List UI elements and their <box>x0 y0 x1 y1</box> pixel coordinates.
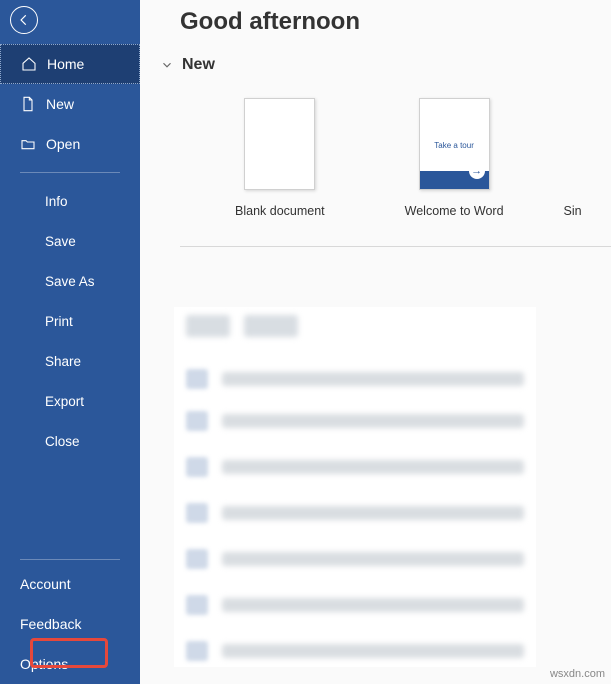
recent-tabs <box>186 315 524 335</box>
recent-item <box>186 595 524 615</box>
nav-options[interactable]: Options <box>0 644 140 684</box>
templates-row: Blank document Take a tour → Welcome to … <box>140 74 611 218</box>
template-cut[interactable]: Sin <box>564 98 582 218</box>
nav-primary: Home New Open <box>0 44 140 164</box>
recent-tab-blur <box>244 315 298 337</box>
nav-saveas-label: Save As <box>45 274 95 289</box>
chevron-down-icon <box>160 58 174 72</box>
recent-tab-blur <box>186 315 230 337</box>
nav-home[interactable]: Home <box>0 44 140 84</box>
nav-info-label: Info <box>45 194 68 209</box>
nav-options-label: Options <box>20 656 68 672</box>
template-welcome-thumb: Take a tour → <box>419 98 490 190</box>
main-panel: Good afternoon New Blank document Take a… <box>140 0 611 684</box>
arrow-right-icon: → <box>469 163 485 179</box>
section-new-label: New <box>182 56 215 74</box>
recent-item <box>186 369 524 389</box>
recent-documents-area <box>174 307 536 667</box>
nav-print-label: Print <box>45 314 73 329</box>
recent-item <box>186 641 524 661</box>
template-blank[interactable]: Blank document <box>235 98 325 218</box>
nav-close-label: Close <box>45 434 80 449</box>
nav-open[interactable]: Open <box>0 124 140 164</box>
nav-home-label: Home <box>47 56 84 72</box>
nav-new[interactable]: New <box>0 84 140 124</box>
arrow-left-icon <box>17 13 31 27</box>
template-welcome-label: Welcome to Word <box>405 204 504 218</box>
greeting-heading: Good afternoon <box>140 0 611 56</box>
nav-separator-bottom <box>20 559 120 560</box>
open-icon <box>20 136 36 152</box>
backstage-sidebar: Home New Open Info Save Save As Print Sh… <box>0 0 140 684</box>
nav-account[interactable]: Account <box>0 564 140 604</box>
doc-icon <box>20 96 36 112</box>
home-icon <box>21 56 37 72</box>
template-blank-thumb <box>244 98 315 190</box>
tour-text: Take a tour <box>420 141 489 150</box>
section-new-header[interactable]: New <box>140 56 611 74</box>
watermark-text: wsxdn.com <box>550 668 605 680</box>
recent-item <box>186 549 524 569</box>
nav-saveas[interactable]: Save As <box>0 261 140 301</box>
back-button[interactable] <box>10 6 38 34</box>
nav-feedback-label: Feedback <box>20 616 81 632</box>
nav-export[interactable]: Export <box>0 381 140 421</box>
nav-export-label: Export <box>45 394 84 409</box>
templates-separator <box>180 246 611 247</box>
template-welcome[interactable]: Take a tour → Welcome to Word <box>405 98 504 218</box>
template-cut-label: Sin <box>564 204 582 218</box>
nav-feedback[interactable]: Feedback <box>0 604 140 644</box>
nav-save[interactable]: Save <box>0 221 140 261</box>
nav-save-label: Save <box>45 234 76 249</box>
nav-separator <box>20 172 120 173</box>
nav-bottom-group: Account Feedback Options <box>0 551 140 684</box>
nav-new-label: New <box>46 96 74 112</box>
nav-share[interactable]: Share <box>0 341 140 381</box>
nav-share-label: Share <box>45 354 81 369</box>
template-blank-label: Blank document <box>235 204 325 218</box>
nav-print[interactable]: Print <box>0 301 140 341</box>
nav-info[interactable]: Info <box>0 181 140 221</box>
recent-item <box>186 503 524 523</box>
nav-close[interactable]: Close <box>0 421 140 461</box>
recent-item <box>186 457 524 477</box>
nav-open-label: Open <box>46 136 80 152</box>
nav-account-label: Account <box>20 576 71 592</box>
recent-item <box>186 411 524 431</box>
nav-file-group: Info Save Save As Print Share Export Clo… <box>0 181 140 461</box>
